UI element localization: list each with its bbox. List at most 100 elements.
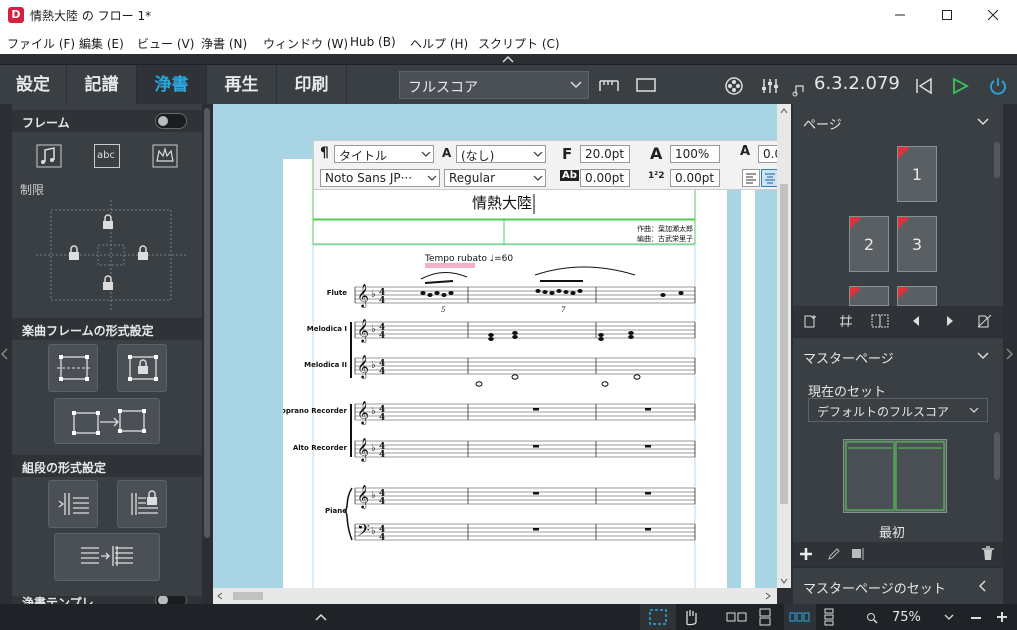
- note-head[interactable]: [678, 291, 684, 295]
- instrument-name[interactable]: Melodica II: [304, 361, 347, 369]
- master-pages-header[interactable]: マスターページ: [793, 338, 1003, 374]
- rewind-button[interactable]: [908, 71, 940, 99]
- menu-engrave[interactable]: 浄書 (N): [201, 35, 247, 52]
- trash-icon[interactable]: [981, 546, 995, 561]
- score-page[interactable]: 情熱大陸 作曲：葉加瀬太郎 編曲：古武栄里子 Tempo rubato ♩=60…: [283, 159, 727, 588]
- pages-scroll-thumb[interactable]: [994, 142, 1000, 178]
- baseline-field[interactable]: 0.00pt: [580, 169, 630, 187]
- note-head[interactable]: [420, 291, 426, 295]
- selection-tool-button[interactable]: [640, 604, 676, 630]
- instrument-name[interactable]: Alto Recorder: [293, 444, 348, 452]
- delete-page-override-icon[interactable]: [977, 314, 993, 328]
- menu-file[interactable]: ファイル (F): [7, 35, 75, 52]
- menu-script[interactable]: スクリプト (C): [478, 35, 560, 52]
- instrument-name[interactable]: Piano: [325, 507, 347, 515]
- score-title[interactable]: 情熱大陸: [472, 194, 532, 212]
- font-style-select[interactable]: Regular: [444, 169, 546, 187]
- scale-field[interactable]: 100%: [670, 145, 720, 163]
- half-note[interactable]: [511, 374, 519, 380]
- master-set-select[interactable]: デフォルトのフルスコア: [808, 398, 988, 422]
- collapse-left-panel-button[interactable]: [1, 348, 9, 360]
- left-panel-scroll-thumb[interactable]: [204, 108, 210, 538]
- half-note[interactable]: [475, 381, 483, 387]
- menu-view[interactable]: ビュー (V): [137, 35, 194, 52]
- paragraph-style-select[interactable]: タイトル: [334, 145, 434, 163]
- menu-help[interactable]: ヘルプ (H): [410, 35, 468, 52]
- pages-section-header[interactable]: ページ: [793, 104, 1003, 140]
- video-button[interactable]: [718, 71, 750, 99]
- zoom-out-icon[interactable]: [970, 612, 982, 624]
- score-canvas[interactable]: 情熱大陸 作曲：葉加瀬太郎 編曲：古武栄里子 Tempo rubato ♩=60…: [213, 104, 777, 588]
- galley-view-button[interactable]: [593, 71, 625, 99]
- minimize-button[interactable]: [877, 0, 923, 30]
- tempo-marking[interactable]: Tempo rubato ♩=60: [424, 254, 513, 264]
- canvas-horizontal-scrollbar[interactable]: [213, 588, 777, 604]
- zoom-in-icon[interactable]: [996, 611, 1008, 623]
- note-head[interactable]: [512, 331, 518, 335]
- system-break-button[interactable]: [48, 480, 98, 528]
- spreads-vertical-icon[interactable]: [758, 608, 772, 626]
- tracking-field[interactable]: 0.00pt: [670, 169, 720, 187]
- layout-select[interactable]: フルスコア: [399, 71, 589, 99]
- note-head[interactable]: [660, 293, 666, 297]
- align-left-button[interactable]: [742, 169, 760, 187]
- page-thumb-5[interactable]: [897, 286, 937, 306]
- zoom-level[interactable]: 75%: [892, 610, 921, 625]
- note-head[interactable]: [628, 335, 634, 339]
- canvas-hscroll-thumb[interactable]: [233, 592, 263, 600]
- note-head[interactable]: [549, 291, 555, 295]
- tab-play[interactable]: 再生: [207, 65, 277, 105]
- half-note[interactable]: [633, 374, 641, 380]
- previous-page-icon[interactable]: [911, 315, 921, 327]
- note-head[interactable]: [577, 289, 583, 293]
- text-frame-button[interactable]: abc: [94, 144, 120, 168]
- instrument-name[interactable]: Flute: [327, 289, 348, 297]
- note-head[interactable]: [556, 289, 562, 293]
- menu-hub[interactable]: Hub (B): [350, 35, 396, 49]
- power-button[interactable]: [982, 71, 1014, 99]
- half-note[interactable]: [601, 381, 609, 387]
- left-panel-scrollbar[interactable]: [203, 104, 211, 604]
- arranger-credit[interactable]: 編曲：古武栄里子: [637, 234, 693, 243]
- note-head[interactable]: [598, 333, 604, 337]
- page-layout-icon[interactable]: [871, 314, 889, 328]
- add-page-icon[interactable]: [803, 314, 819, 328]
- align-center-button[interactable]: [761, 169, 777, 187]
- font-family-select[interactable]: Noto Sans JP···: [320, 169, 440, 187]
- instrument-name[interactable]: Melodica I: [307, 325, 347, 333]
- mixer-button[interactable]: [754, 71, 786, 99]
- page-thumb-4[interactable]: [849, 286, 889, 306]
- instrument-name[interactable]: Soprano Recorder: [283, 407, 348, 415]
- menu-window[interactable]: ウィンドウ (W): [263, 35, 348, 52]
- canvas-vertical-scrollbar[interactable]: [777, 104, 791, 588]
- pages-single-row-button[interactable]: [784, 604, 816, 630]
- composer-credit[interactable]: 作曲：葉加瀬太郎: [637, 224, 693, 233]
- note-head[interactable]: [448, 291, 454, 295]
- page-thumb-3[interactable]: 3: [897, 216, 937, 272]
- tab-write[interactable]: 記譜: [67, 65, 137, 105]
- page-thumb-2[interactable]: 2: [849, 216, 889, 272]
- note-head[interactable]: [427, 293, 433, 297]
- note-head[interactable]: [488, 337, 494, 341]
- canvas-vscroll-thumb[interactable]: [780, 184, 788, 504]
- note-head[interactable]: [512, 335, 518, 339]
- note-head[interactable]: [570, 291, 576, 295]
- note-head[interactable]: [542, 290, 548, 294]
- tab-setup[interactable]: 設定: [0, 65, 67, 105]
- close-button[interactable]: [970, 0, 1016, 30]
- graphic-frame-button[interactable]: [152, 144, 178, 168]
- next-page-icon[interactable]: [945, 315, 955, 327]
- character-style-select[interactable]: (なし): [456, 145, 546, 163]
- font-size-field[interactable]: 20.0pt: [580, 145, 630, 163]
- zoom-icon[interactable]: [866, 612, 878, 624]
- leading-field[interactable]: 0.00: [758, 145, 777, 163]
- edit-master-icon[interactable]: [827, 547, 841, 561]
- lock-frame-button[interactable]: [117, 344, 167, 392]
- frame-break-button[interactable]: [48, 344, 98, 392]
- note-head[interactable]: [488, 333, 494, 337]
- note-head[interactable]: [535, 289, 541, 293]
- page-number-icon[interactable]: [839, 314, 853, 328]
- move-systems-button[interactable]: [54, 533, 160, 581]
- page-view-button[interactable]: [630, 71, 662, 99]
- frame-toggle[interactable]: [155, 113, 187, 129]
